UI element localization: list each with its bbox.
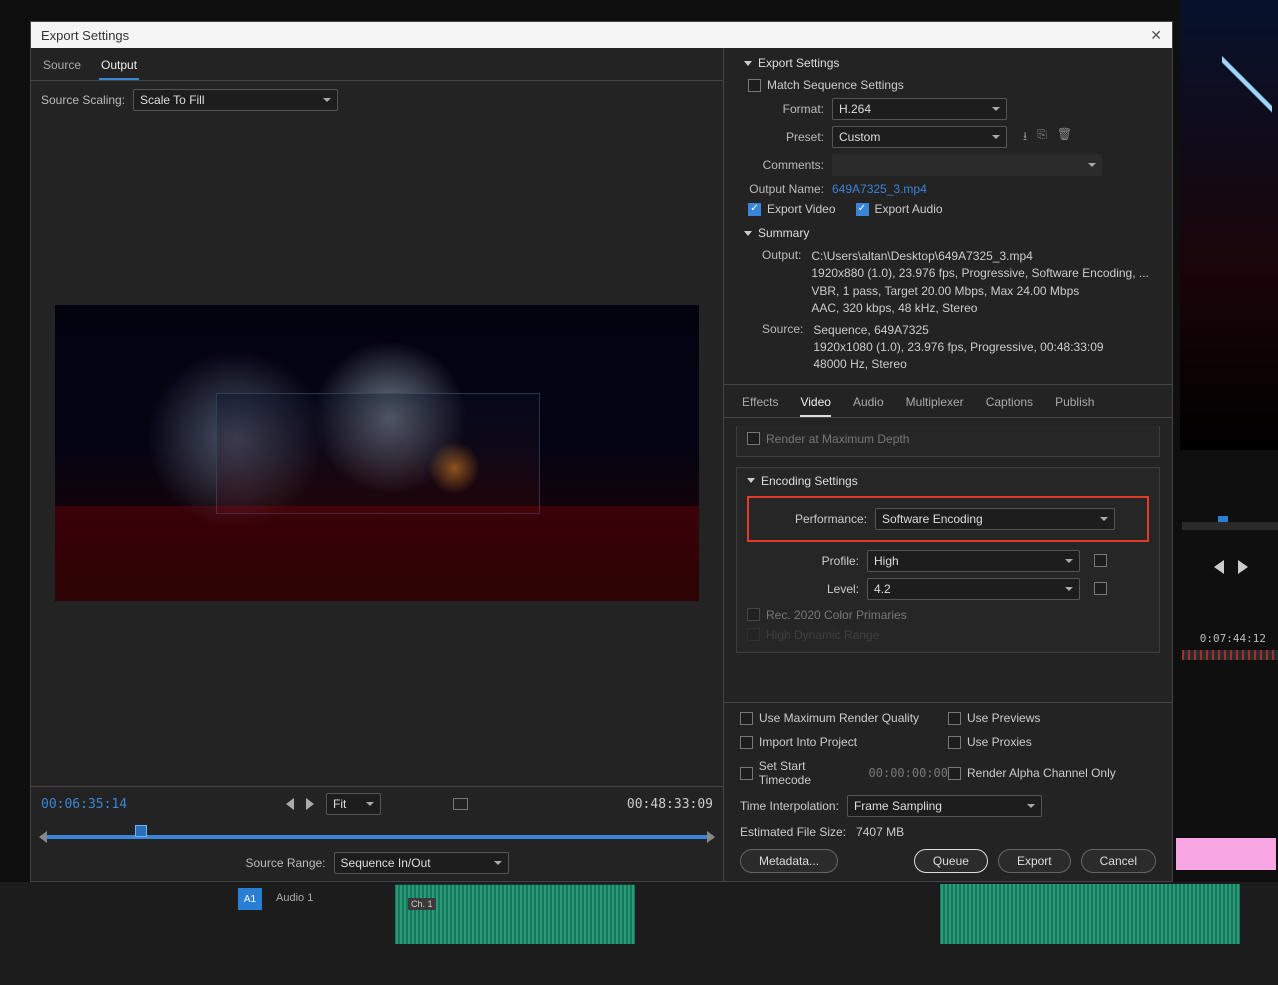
queue-button[interactable]: Queue bbox=[914, 849, 988, 873]
export-video-checkbox[interactable]: Export Video bbox=[748, 202, 836, 216]
chevron-down-icon bbox=[744, 61, 752, 66]
export-settings-section: Export Settings Match Sequence Settings … bbox=[724, 48, 1172, 384]
channel-badge-1: Ch. 1 bbox=[408, 898, 436, 910]
level-lock-checkbox[interactable] bbox=[1094, 582, 1107, 595]
delete-preset-icon[interactable]: 🗑 bbox=[1057, 127, 1072, 148]
chevron-down-icon bbox=[747, 478, 755, 483]
tab-multiplexer[interactable]: Multiplexer bbox=[906, 391, 964, 417]
encoding-tabs: Effects Video Audio Multiplexer Captions… bbox=[724, 384, 1172, 418]
performance-label: Performance: bbox=[755, 512, 867, 526]
dialog-title: Export Settings bbox=[41, 28, 129, 43]
rec2020-checkbox[interactable]: Rec. 2020 Color Primaries bbox=[747, 608, 1149, 622]
source-range-dropdown[interactable]: Sequence In/Out bbox=[334, 852, 509, 874]
export-bottom-options: Use Maximum Render Quality Use Previews … bbox=[724, 702, 1172, 881]
step-fwd-icon[interactable] bbox=[306, 798, 314, 810]
playhead-icon[interactable] bbox=[135, 825, 147, 837]
start-timecode-value: 00:00:00:00 bbox=[869, 766, 948, 780]
tab-source[interactable]: Source bbox=[41, 54, 83, 80]
performance-highlight: Performance: Software Encoding bbox=[747, 496, 1149, 542]
bg-ruler bbox=[1182, 650, 1278, 660]
tab-effects[interactable]: Effects bbox=[742, 391, 778, 417]
max-render-quality-checkbox[interactable]: Use Maximum Render Quality bbox=[740, 711, 948, 725]
source-scaling-dropdown[interactable]: Scale To Fill bbox=[133, 89, 338, 111]
max-depth-checkbox[interactable]: Render at Maximum Depth bbox=[747, 432, 1149, 446]
track-audio-label: Audio 1 bbox=[276, 892, 313, 904]
bg-transport bbox=[1214, 560, 1248, 574]
preview-output[interactable] bbox=[55, 305, 699, 601]
track-a1-badge[interactable]: A1 bbox=[238, 888, 262, 910]
bg-audio-wave-2 bbox=[940, 884, 1240, 944]
encoding-settings-panel: Encoding Settings Performance: Software … bbox=[736, 467, 1160, 653]
export-button[interactable]: Export bbox=[998, 849, 1071, 873]
encoding-settings-header[interactable]: Encoding Settings bbox=[747, 474, 1149, 488]
transport-bar: 00:06:35:14 Fit 00:48:33:09 Source Ran bbox=[31, 786, 723, 881]
prev-panel-cutoff: Render at Maximum Depth bbox=[736, 426, 1160, 457]
aspect-ratio-icon[interactable] bbox=[453, 798, 468, 810]
summary-output-label: Output: bbox=[762, 248, 801, 318]
use-previews-checkbox[interactable]: Use Previews bbox=[948, 711, 1156, 725]
bg-clip-pink bbox=[1176, 838, 1276, 870]
tab-video[interactable]: Video bbox=[800, 391, 830, 417]
tab-audio[interactable]: Audio bbox=[853, 391, 884, 417]
metadata-button[interactable]: Metadata... bbox=[740, 849, 838, 873]
summary-header[interactable]: Summary bbox=[744, 226, 1156, 240]
match-sequence-checkbox[interactable]: Match Sequence Settings bbox=[748, 78, 1156, 92]
output-name-link[interactable]: 649A7325_3.mp4 bbox=[832, 182, 927, 196]
comments-input[interactable] bbox=[832, 154, 1102, 176]
tab-publish[interactable]: Publish bbox=[1055, 391, 1094, 417]
source-range-label: Source Range: bbox=[245, 856, 325, 870]
out-timecode: 00:48:33:09 bbox=[627, 797, 713, 812]
close-icon[interactable]: ✕ bbox=[1150, 27, 1162, 44]
export-audio-checkbox[interactable]: Export Audio bbox=[856, 202, 943, 216]
profile-dropdown[interactable]: High bbox=[867, 550, 1080, 572]
in-timecode[interactable]: 00:06:35:14 bbox=[41, 797, 127, 812]
use-proxies-checkbox[interactable]: Use Proxies bbox=[948, 735, 1156, 749]
bg-program-monitor bbox=[1180, 0, 1278, 450]
format-dropdown[interactable]: H.264 bbox=[832, 98, 1007, 120]
level-dropdown[interactable]: 4.2 bbox=[867, 578, 1080, 600]
time-interp-dropdown[interactable]: Frame Sampling bbox=[847, 795, 1042, 817]
tab-output[interactable]: Output bbox=[99, 54, 139, 80]
timeline-scrubber[interactable] bbox=[41, 821, 713, 849]
est-size-label: Estimated File Size: bbox=[740, 825, 846, 839]
step-back-icon[interactable] bbox=[286, 798, 294, 810]
settings-pane: Export Settings Match Sequence Settings … bbox=[724, 48, 1172, 881]
export-settings-header[interactable]: Export Settings bbox=[744, 56, 1156, 70]
summary-source-text: Sequence, 649A7325 1920x1080 (1.0), 23.9… bbox=[807, 322, 1103, 374]
dialog-titlebar: Export Settings ✕ bbox=[31, 22, 1172, 48]
comments-label: Comments: bbox=[744, 158, 824, 172]
bg-ruler-top bbox=[1182, 522, 1278, 530]
time-interp-label: Time Interpolation: bbox=[740, 799, 839, 813]
format-label: Format: bbox=[744, 102, 824, 116]
render-alpha-checkbox[interactable]: Render Alpha Channel Only bbox=[948, 759, 1156, 787]
import-project-checkbox[interactable]: Import Into Project bbox=[740, 735, 948, 749]
preset-dropdown[interactable]: Custom bbox=[832, 126, 1007, 148]
output-name-label: Output Name: bbox=[744, 182, 824, 196]
zoom-fit-dropdown[interactable]: Fit bbox=[326, 793, 381, 815]
preset-label: Preset: bbox=[744, 130, 824, 144]
start-timecode-checkbox[interactable]: Set Start Timecode00:00:00:00 bbox=[740, 759, 948, 787]
preview-image bbox=[55, 305, 699, 601]
summary-output-text: C:\Users\altan\Desktop\649A7325_3.mp4 19… bbox=[805, 248, 1149, 318]
chevron-down-icon bbox=[744, 231, 752, 236]
bg-audio-wave-1 bbox=[395, 884, 635, 944]
export-settings-dialog: Export Settings ✕ Source Output Source S… bbox=[30, 21, 1173, 882]
bg-timecode: 0:07:44:12 bbox=[1200, 632, 1266, 645]
summary-source-label: Source: bbox=[762, 322, 803, 374]
cancel-button[interactable]: Cancel bbox=[1081, 849, 1156, 873]
preview-pane: Source Output Source Scaling: Scale To F… bbox=[31, 48, 724, 881]
preview-tabs: Source Output bbox=[31, 48, 723, 81]
tab-captions[interactable]: Captions bbox=[986, 391, 1033, 417]
level-label: Level: bbox=[747, 582, 859, 596]
performance-dropdown[interactable]: Software Encoding bbox=[875, 508, 1115, 530]
video-settings-body: Render at Maximum Depth Encoding Setting… bbox=[724, 418, 1172, 702]
hdr-checkbox: High Dynamic Range bbox=[747, 628, 1149, 642]
profile-lock-checkbox[interactable] bbox=[1094, 554, 1107, 567]
source-scaling-label: Source Scaling: bbox=[41, 93, 125, 107]
est-size-value: 7407 MB bbox=[856, 825, 904, 839]
profile-label: Profile: bbox=[747, 554, 859, 568]
import-preset-icon[interactable]: ⎘ bbox=[1037, 127, 1047, 148]
save-preset-icon[interactable]: ⭳ bbox=[1023, 127, 1027, 148]
